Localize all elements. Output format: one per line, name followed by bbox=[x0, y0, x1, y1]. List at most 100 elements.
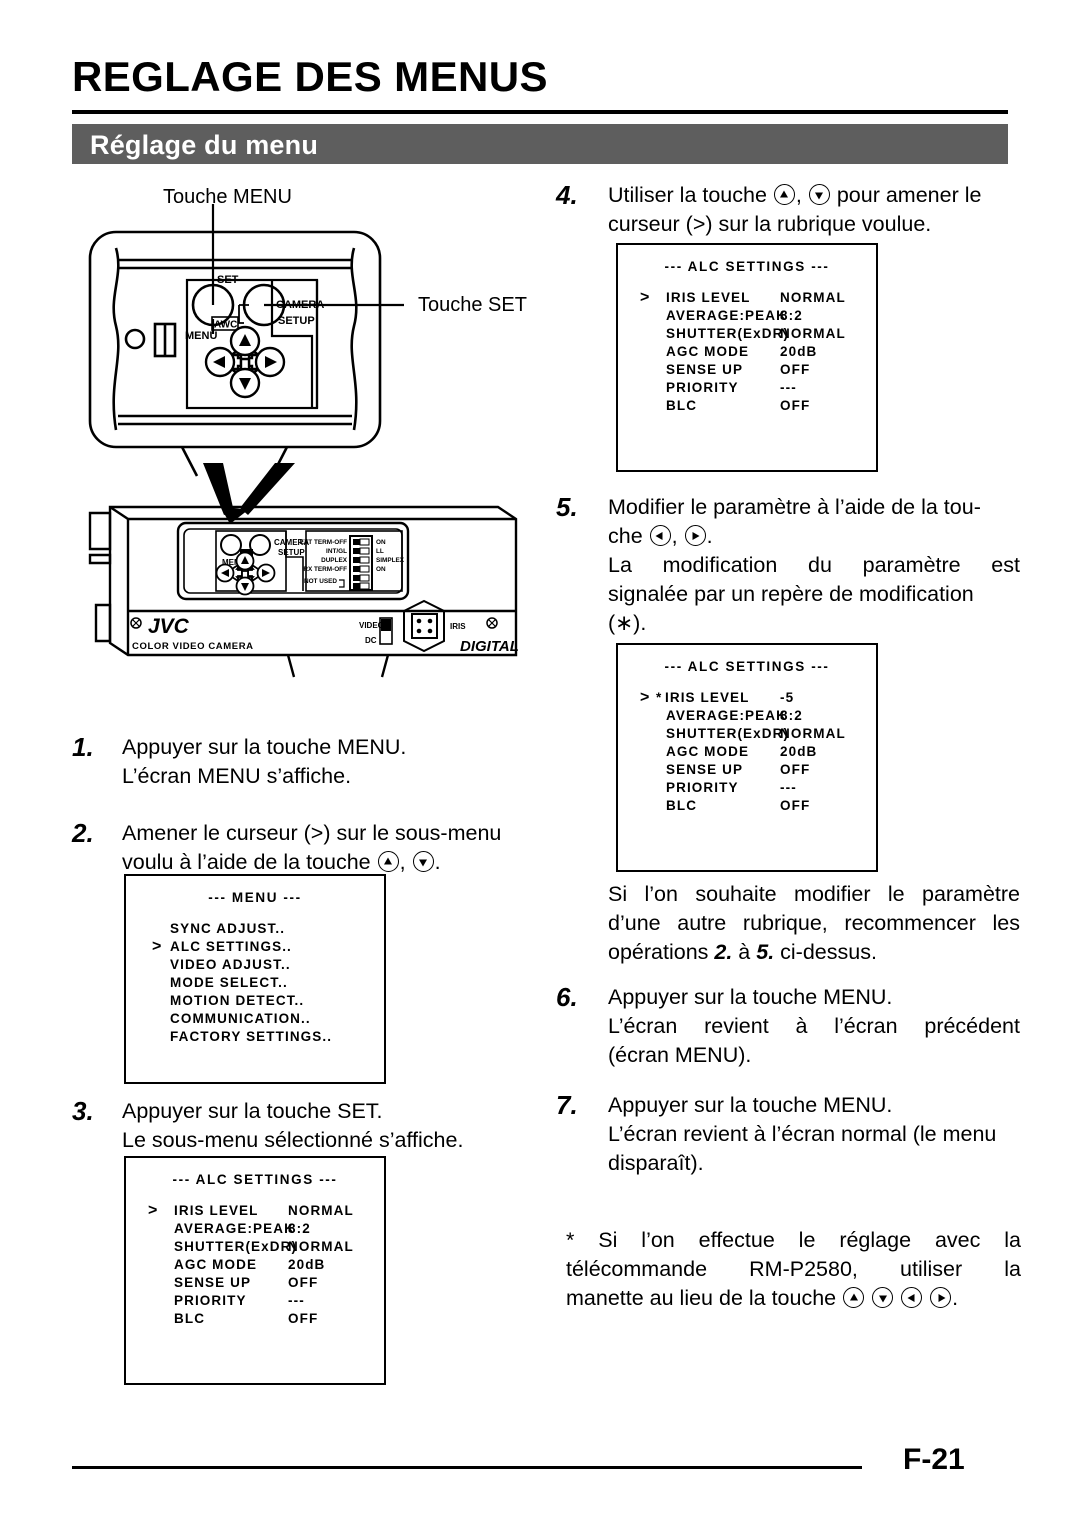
step-6-line-3: (écran MENU). bbox=[608, 1043, 752, 1067]
osd-setting-row: PRIORITY --- bbox=[640, 779, 876, 797]
osd-cursor-icon: > bbox=[152, 938, 163, 955]
svg-text:ON: ON bbox=[376, 539, 386, 546]
step-7-line-1: Appuyer sur la touche MENU. bbox=[608, 1093, 893, 1117]
svg-text:IRIS: IRIS bbox=[450, 622, 466, 631]
step-7-line-3: disparaît). bbox=[608, 1151, 704, 1175]
step-2-text: Amener le curseur (>) sur le sous-menu v… bbox=[122, 819, 552, 877]
osd-setting-row: AGC MODE 20dB bbox=[640, 743, 876, 761]
osd-setting-label: AVERAGE:PEAK bbox=[666, 708, 787, 723]
osd-setting-value: 8:2 bbox=[780, 308, 803, 323]
osd-menu-rows: SYNC ADJUST.. > ALC SETTINGS.. VIDEO ADJUST… bbox=[152, 920, 384, 1046]
footer-divider bbox=[72, 1466, 862, 1469]
osd-setting-label: AVERAGE:PEAK bbox=[174, 1221, 295, 1236]
osd-setting-value: OFF bbox=[780, 362, 811, 377]
step-3-line-1: Appuyer sur la touche SET. bbox=[122, 1099, 383, 1123]
osd-cursor-icon: > bbox=[148, 1202, 159, 1219]
step-5-line-2-pre: che bbox=[608, 524, 649, 548]
osd-setting-value: 20dB bbox=[780, 744, 818, 759]
step-2-line-2: voulu à l’aide de la touche , . bbox=[122, 850, 441, 874]
osd-setting-row: > IRIS LEVEL NORMAL bbox=[148, 1202, 384, 1220]
left-key-icon bbox=[649, 525, 671, 546]
osd-setting-label: PRIORITY bbox=[666, 380, 739, 395]
osd-menu-item-label: VIDEO ADJUST.. bbox=[170, 957, 291, 972]
left-key-icon bbox=[901, 1287, 923, 1308]
step-7-number: 7. bbox=[556, 1090, 578, 1120]
note-repeat-line-3: opérations 2. à 5. ci-dessus. bbox=[608, 938, 1020, 967]
svg-text:RX TERM-OFF: RX TERM-OFF bbox=[303, 566, 347, 573]
note-remote-pre: manette au lieu de la touche bbox=[566, 1286, 843, 1310]
step-5-line-4: signalée par un repère de modification bbox=[608, 582, 974, 606]
step-5-line-3: La modification du paramètre est bbox=[608, 553, 1020, 577]
osd-setting-value: OFF bbox=[288, 1275, 319, 1290]
osd-setting-value: NORMAL bbox=[288, 1239, 354, 1254]
step-4-line-1-post: pour amener le bbox=[830, 183, 982, 207]
up-key-icon bbox=[843, 1287, 865, 1308]
osd-menu-item: MODE SELECT.. bbox=[152, 974, 384, 992]
osd-setting-label: BLC bbox=[666, 798, 698, 813]
osd-setting-row: AGC MODE 20dB bbox=[148, 1256, 384, 1274]
osd-setting-value: --- bbox=[780, 380, 797, 395]
osd-menu-item: SYNC ADJUST.. bbox=[152, 920, 384, 938]
right-key-icon bbox=[684, 525, 706, 546]
osd-menu-screen: --- MENU --- SYNC ADJUST.. > ALC SETTINGS.… bbox=[124, 874, 386, 1084]
svg-text:DC: DC bbox=[365, 636, 377, 645]
step-2-number: 2. bbox=[72, 818, 94, 848]
osd-setting-label: AGC MODE bbox=[666, 344, 750, 359]
step-6-line-2: L’écran revient à l’écran précédent bbox=[608, 1014, 1020, 1038]
step-1-text: Appuyer sur la touche MENU. L’écran MENU… bbox=[122, 733, 542, 791]
dip-switch-block: EXT TERM-OFF INT/GL DUPLEX RX TERM-OFF N… bbox=[300, 535, 405, 591]
note-repeat-mid: à bbox=[732, 940, 757, 964]
osd-setting-value: --- bbox=[288, 1293, 305, 1308]
osd-setting-label: IRIS LEVEL bbox=[174, 1203, 259, 1218]
osd-setting-value: -5 bbox=[780, 690, 795, 705]
step-7-line-2: L’écran revient à l’écran normal (le men… bbox=[608, 1122, 997, 1146]
note-repeat-line-1: Si l’on souhaite modifier le paramètre bbox=[608, 882, 1020, 906]
svg-text:EXT TERM-OFF: EXT TERM-OFF bbox=[300, 539, 347, 546]
osd-setting-row: AVERAGE:PEAK 8:2 bbox=[640, 707, 876, 725]
step-4-number: 4. bbox=[556, 180, 578, 210]
osd-setting-row: PRIORITY --- bbox=[148, 1292, 384, 1310]
step-5-line-1: Modifier le paramètre à l’aide de la tou… bbox=[608, 495, 981, 519]
step-1-line-1: Appuyer sur la touche MENU. bbox=[122, 735, 407, 759]
osd-setting-row: PRIORITY --- bbox=[640, 379, 876, 397]
down-key-icon bbox=[872, 1287, 894, 1308]
osd-setting-label: AGC MODE bbox=[174, 1257, 258, 1272]
osd-menu-item: VIDEO ADJUST.. bbox=[152, 956, 384, 974]
step-4-line-1-pre: Utiliser la touche bbox=[608, 183, 773, 207]
osd-menu-item: COMMUNICATION.. bbox=[152, 1010, 384, 1028]
osd-setting-row: AVERAGE:PEAK 8:2 bbox=[148, 1220, 384, 1238]
osd-menu-item: FACTORY SETTINGS.. bbox=[152, 1028, 384, 1046]
osd-setting-value: 20dB bbox=[288, 1257, 326, 1272]
osd-alc-modified-rows: > * IRIS LEVEL -5 AVERAGE:PEAK 8:2 SHUTTER(ExD… bbox=[640, 689, 876, 815]
osd-menu-item-label: COMMUNICATION.. bbox=[170, 1011, 311, 1026]
title-divider bbox=[72, 110, 1008, 114]
osd-menu-item: MOTION DETECT.. bbox=[152, 992, 384, 1010]
svg-text:DUPLEX: DUPLEX bbox=[321, 557, 348, 564]
svg-text:SETUP: SETUP bbox=[278, 548, 305, 557]
osd-setting-row: > * IRIS LEVEL -5 bbox=[640, 689, 876, 707]
osd-menu-item: > ALC SETTINGS.. bbox=[152, 938, 384, 956]
svg-text:SIMPLEX: SIMPLEX bbox=[376, 557, 405, 564]
note-repeat-line-2: d’une autre rubrique, recommencer les bbox=[608, 911, 1020, 935]
osd-setting-value: --- bbox=[780, 780, 797, 795]
section-band: Réglage du menu bbox=[72, 124, 1008, 164]
osd-setting-row: > IRIS LEVEL NORMAL bbox=[640, 289, 876, 307]
osd-setting-value: OFF bbox=[780, 798, 811, 813]
note-repeat-pre: opérations bbox=[608, 940, 715, 964]
osd-setting-value: OFF bbox=[288, 1311, 319, 1326]
osd-modified-marker-icon: * bbox=[656, 690, 663, 705]
osd-setting-label: PRIORITY bbox=[174, 1293, 247, 1308]
step-6-line-1: Appuyer sur la touche MENU. bbox=[608, 985, 893, 1009]
osd-menu-item-label: MOTION DETECT.. bbox=[170, 993, 305, 1008]
osd-alc-right-title: --- ALC SETTINGS --- bbox=[664, 259, 830, 274]
step-3-number: 3. bbox=[72, 1096, 94, 1126]
up-key-icon bbox=[377, 851, 399, 872]
osd-setting-label: SENSE UP bbox=[666, 762, 744, 777]
osd-setting-row: SHUTTER(ExDR) NORMAL bbox=[640, 725, 876, 743]
osd-setting-label: SHUTTER(ExDR) bbox=[174, 1239, 298, 1254]
right-key-icon bbox=[930, 1287, 952, 1308]
svg-text:JVC: JVC bbox=[148, 615, 190, 638]
step-5-text: Modifier le paramètre à l’aide de la tou… bbox=[608, 493, 1020, 638]
step-4-text: Utiliser la touche , pour amener le curs… bbox=[608, 181, 1018, 239]
step-1-number: 1. bbox=[72, 732, 94, 762]
